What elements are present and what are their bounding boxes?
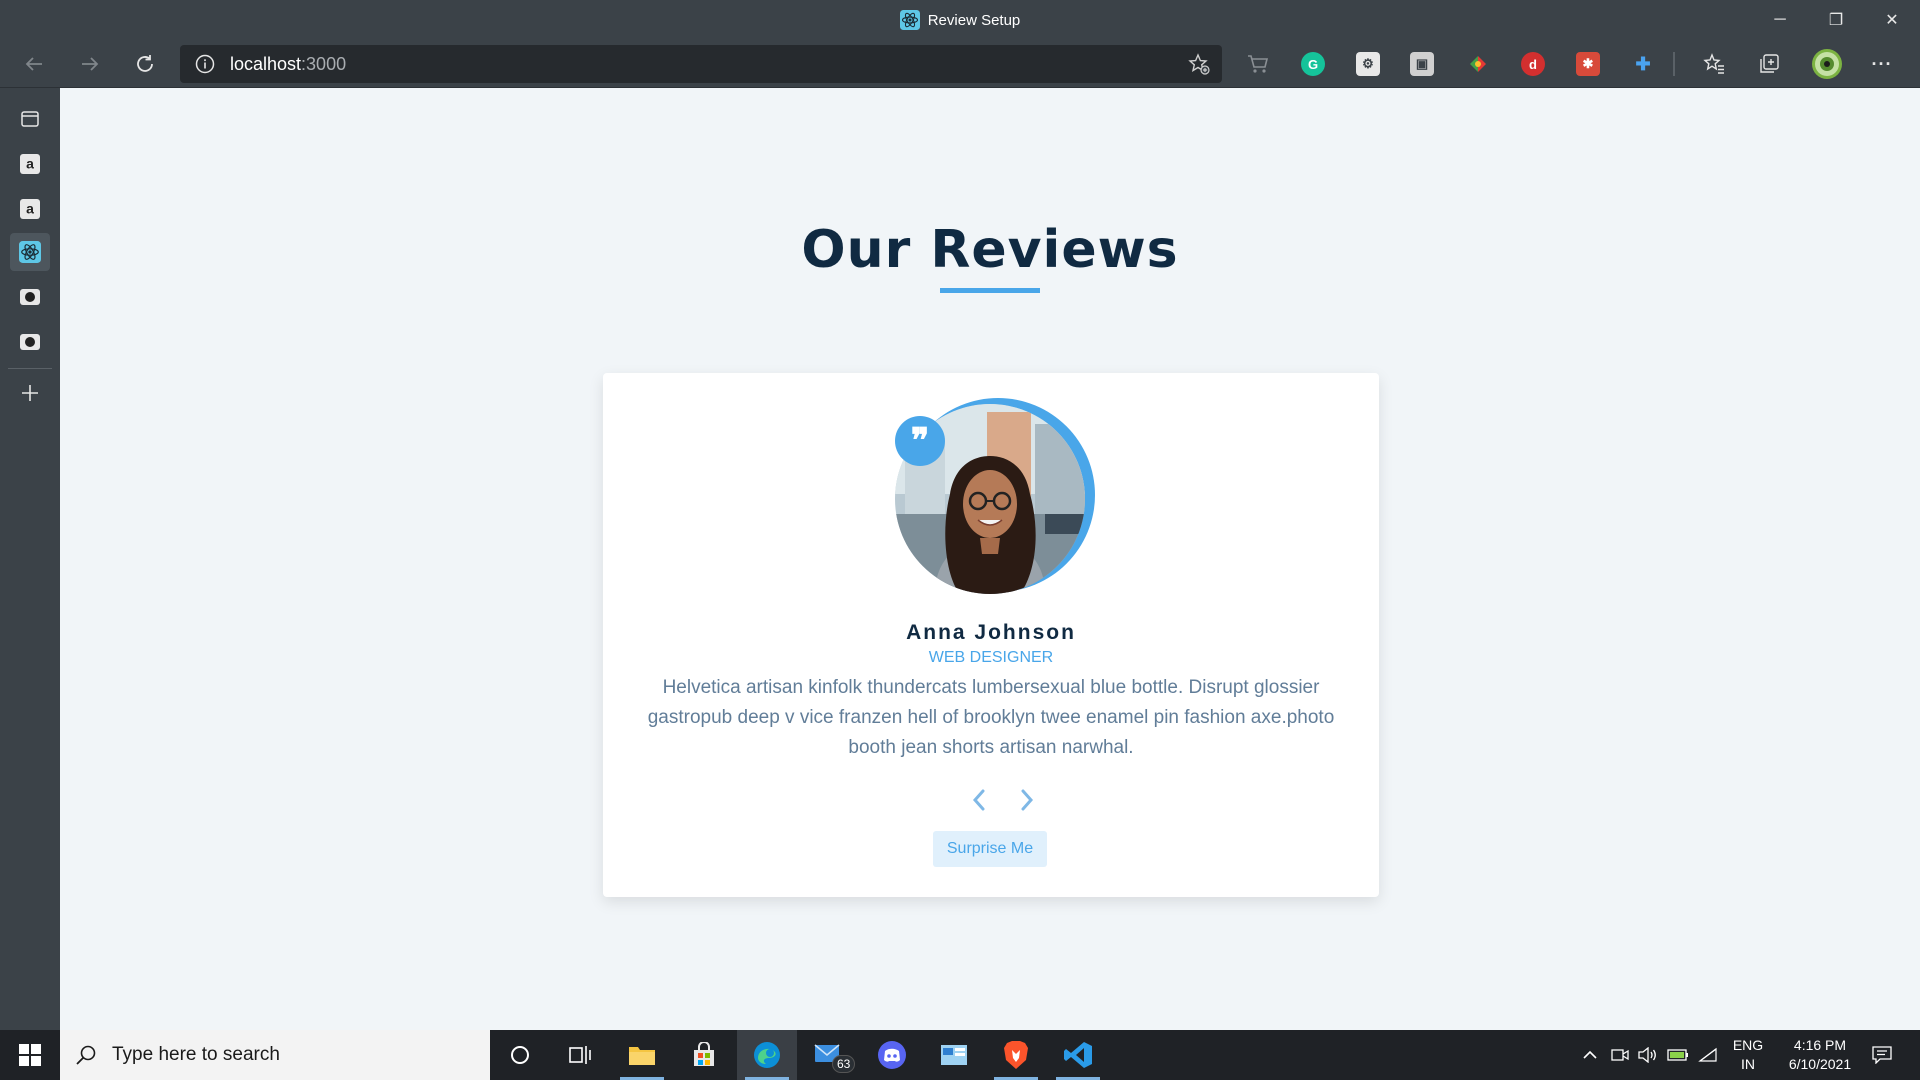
extension-icon[interactable]: ⚙ [1356,52,1380,76]
search-placeholder: Type here to search [112,1044,280,1065]
reviewer-name: Anna Johnson [906,621,1076,644]
brave-icon [1004,1041,1028,1069]
clock-date: 6/10/2021 [1788,1056,1852,1072]
volume-icon[interactable] [1636,1030,1660,1080]
show-hidden-icons-button[interactable] [1578,1030,1602,1080]
quote-icon: ❞ [895,416,945,466]
discord-icon [878,1041,906,1069]
battery-icon[interactable] [1666,1030,1690,1080]
svg-text:a: a [26,201,34,217]
clock-time: 4:16 PM [1793,1037,1847,1053]
vscode-icon [1064,1042,1092,1068]
window-title: Review Setup [0,0,1920,40]
windows-icon [19,1044,41,1066]
vscode-button[interactable] [1048,1030,1108,1080]
toolbar-divider [1673,52,1675,76]
extension-icon[interactable]: ✚ [1631,52,1655,76]
cortana-icon [511,1046,529,1064]
address-url: localhost:3000 [230,54,346,75]
chevron-left-icon [972,789,985,811]
taskbar-search[interactable]: Type here to search [60,1030,490,1080]
react-tab-icon[interactable] [10,233,50,271]
reviewer-job: web designer [928,649,1054,666]
extension-icon[interactable]: ▣ [1410,52,1434,76]
title-underline [940,288,1040,293]
action-center-button[interactable] [1864,1030,1900,1080]
chevron-up-icon [1583,1050,1597,1059]
control-panel-icon [941,1045,967,1065]
refresh-icon [137,55,153,72]
browser-toolbar: localhost:3000 G ⚙ ▣ d ✱ ✚ ··· [0,40,1920,88]
brave-button[interactable] [986,1030,1046,1080]
surprise-me-button[interactable]: Surprise Me [933,831,1047,867]
folder-icon [629,1047,655,1065]
system-clock[interactable]: 4:16 PM 6/10/2021 [1770,1036,1870,1074]
review-text: Helvetica artisan kinfolk thundercats lu… [647,677,1335,758]
meet-now-icon[interactable] [1608,1030,1632,1080]
mail-badge: 63 [832,1055,856,1073]
url-port: :3000 [301,53,347,74]
info-icon[interactable] [194,53,216,75]
region-code: IN [1741,1056,1755,1072]
person-image-container: ❞ [895,398,1095,598]
cortana-button[interactable] [490,1030,550,1080]
amazon-tab-icon[interactable]: a [10,145,50,183]
start-button[interactable] [0,1030,60,1080]
add-favorite-icon[interactable] [1188,53,1210,80]
close-button[interactable]: ✕ [1864,0,1920,40]
refresh-button[interactable] [127,48,163,80]
favorites-icon[interactable] [1702,52,1726,76]
colorpicker-icon[interactable] [1466,52,1490,76]
cart-icon[interactable] [1246,52,1270,76]
mail-button[interactable]: 63 [800,1030,860,1080]
windows-taskbar: Type here to search 63 ENG IN 4:16 PM 6/… [0,1030,1920,1080]
arrow-right-icon [82,57,99,71]
more-options-icon[interactable]: ··· [1870,52,1894,76]
review-card: ❞ Anna Johnson web designer Helvetica ar… [603,373,1379,897]
extension-icon[interactable]: ✱ [1576,52,1600,76]
search-icon [74,1043,98,1067]
new-tab-icon[interactable] [10,374,50,412]
edge-button[interactable] [737,1030,797,1080]
extension-icon[interactable]: d [1521,52,1545,76]
store-button[interactable] [674,1030,734,1080]
url-host: localhost [230,53,302,74]
amazon-tab-icon[interactable]: a [10,190,50,228]
sidebar-divider [8,368,52,369]
minimize-button[interactable]: ─ [1752,0,1808,40]
forward-button[interactable] [72,48,108,80]
file-explorer-button[interactable] [612,1030,672,1080]
discord-button[interactable] [862,1030,922,1080]
collections-icon[interactable] [1757,52,1781,76]
back-button[interactable] [16,48,52,80]
vertical-tabs-sidebar: a a [0,88,60,1030]
grammarly-icon[interactable]: G [1301,52,1325,76]
svg-text:a: a [26,156,34,172]
react-icon [899,10,920,30]
input-language[interactable]: ENG IN [1728,1036,1768,1074]
page-content: Our Reviews ❞ Anna Johnson WEB DESIGNER … [60,89,1920,1030]
control-panel-button[interactable] [924,1030,984,1080]
task-view-button[interactable] [550,1030,610,1080]
browser-title-bar: Review Setup ─ ❐ ✕ [0,0,1920,40]
github-tab-icon[interactable] [10,323,50,361]
github-tab-icon[interactable] [10,278,50,316]
wifi-icon[interactable] [1696,1030,1720,1080]
next-button[interactable] [1014,785,1040,815]
window-controls: ─ ❐ ✕ [1752,0,1920,40]
page-title: Our Reviews [801,220,1179,280]
address-bar[interactable]: localhost:3000 [180,45,1222,83]
task-view-icon [569,1046,591,1064]
profile-avatar[interactable] [1812,49,1842,79]
chevron-right-icon [1021,789,1034,811]
store-icon [694,1042,714,1066]
language-code: ENG [1732,1037,1764,1053]
arrow-left-icon [25,57,42,71]
restore-button[interactable]: ❐ [1808,0,1864,40]
notification-icon [1872,1046,1892,1064]
window-title-text: Review Setup [927,11,1021,29]
prev-button[interactable] [966,785,992,815]
edge-icon [754,1042,780,1068]
tab-actions-icon[interactable] [10,100,50,138]
